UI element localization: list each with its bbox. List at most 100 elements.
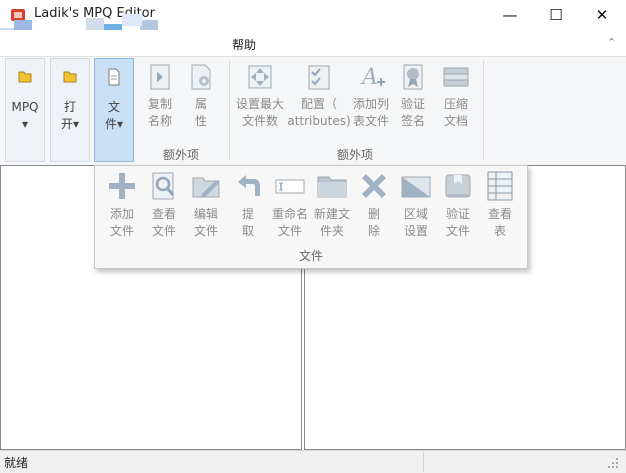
configure-attributes-label: 配置（	[300, 97, 337, 111]
view-tables-label: 查看	[487, 207, 512, 221]
verify-file-item[interactable]: 验证 文件	[437, 170, 479, 240]
ribbon-separator-2	[483, 60, 484, 160]
collapse-ribbon-icon[interactable]: ⌃	[607, 36, 619, 49]
extract-arrow-icon	[238, 175, 260, 196]
mpq-label: MPQ	[11, 100, 39, 114]
copy-name-icon	[150, 64, 170, 90]
edit-file-label: 编辑	[193, 207, 218, 221]
edit-file-label-2: 文件	[193, 224, 218, 238]
ribbon-group-extra-1: 额外项	[162, 148, 199, 162]
mpq-icon	[18, 71, 32, 83]
add-file-label-2: 文件	[109, 224, 134, 238]
compact-archive-button[interactable]: 压缩 文档	[437, 62, 475, 130]
properties-label: 属	[194, 97, 207, 111]
minimize-button[interactable]: —	[487, 0, 533, 30]
ribbon-separator	[229, 60, 230, 160]
add-listfile-button[interactable]: A 添加列表文件	[351, 62, 391, 130]
maximize-button[interactable]: ☐	[533, 0, 579, 30]
copy-name-button[interactable]: 复制 名称	[141, 62, 179, 130]
delete-x-icon	[362, 174, 386, 198]
verify-file-label: 验证	[445, 207, 470, 221]
view-file-item[interactable]: 查看 文件	[143, 170, 185, 240]
resize-grip-icon[interactable]	[604, 456, 620, 470]
verify-signature-label-2: 签名	[400, 114, 425, 128]
view-file-label-2: 文件	[151, 224, 176, 238]
set-max-files-label-2: 文件数	[241, 114, 278, 128]
verify-file-label-2: 文件	[445, 224, 470, 238]
menu-bar	[0, 30, 626, 56]
file-dropdown-panel: 添加文件 查看文件 编辑文件 提取 重命名文件 新建文件夹 删除 区域设置 验证…	[94, 165, 528, 269]
configure-attributes-button[interactable]: 配置（ attributes)	[287, 62, 351, 130]
add-listfile-icon: A	[360, 65, 385, 90]
maximize-icon: ☐	[549, 6, 563, 24]
verify-file-icon	[445, 174, 471, 198]
rename-file-label: 重命名	[271, 207, 308, 221]
minimize-icon: —	[502, 6, 518, 24]
extract-item[interactable]: 提取	[227, 170, 269, 240]
compact-archive-icon	[443, 67, 469, 87]
mpq-button[interactable]: MPQ ▾	[5, 58, 45, 162]
delete-label-2: 除	[367, 224, 380, 238]
properties-icon	[191, 64, 211, 90]
verify-signature-icon	[403, 64, 423, 90]
add-listfile-label-2: 表文件	[352, 114, 389, 128]
rename-icon	[275, 179, 305, 194]
verify-signature-label: 验证	[400, 97, 425, 111]
status-bar	[0, 450, 626, 473]
extract-label-2: 取	[241, 224, 254, 238]
compact-archive-label-2: 文档	[443, 114, 468, 128]
add-file-label: 添加	[109, 207, 134, 221]
mpq-caret: ▾	[21, 117, 28, 131]
delete-item[interactable]: 删除	[353, 170, 395, 240]
set-max-files-label: 设置最大	[235, 97, 284, 111]
plus-icon	[109, 173, 135, 199]
delete-label: 删	[367, 207, 380, 221]
copy-name-label: 复制	[147, 97, 172, 111]
locale-settings-item[interactable]: 区域 设置	[395, 170, 437, 240]
add-listfile-label: 添加列	[352, 97, 389, 111]
add-file-item[interactable]: 添加 文件	[101, 170, 143, 240]
view-file-label: 查看	[151, 207, 176, 221]
status-separator	[423, 452, 424, 472]
file-label-2: 件▾	[104, 117, 124, 131]
properties-label-2: 性	[194, 114, 207, 128]
file-icon	[108, 68, 120, 86]
file-label: 文	[107, 100, 120, 114]
edit-file-item[interactable]: 编辑 文件	[185, 170, 227, 240]
extract-label: 提	[241, 207, 254, 221]
properties-button[interactable]: 属性	[183, 62, 219, 130]
rename-file-label-2: 文件	[277, 224, 302, 238]
open-label-2: 开▾	[60, 117, 80, 131]
attributes-icon	[308, 65, 330, 90]
svg-text:A: A	[360, 65, 378, 90]
status-text: 就绪	[4, 456, 29, 470]
locale-icon	[401, 176, 431, 198]
verify-signature-button[interactable]: 验证 签名	[395, 62, 431, 130]
magnifier-icon	[152, 172, 175, 200]
view-tables-item[interactable]: 查看表	[479, 170, 521, 240]
view-tables-label-2: 表	[493, 224, 506, 238]
close-button[interactable]: ✕	[579, 0, 625, 30]
open-label: 打	[63, 100, 76, 114]
locale-settings-label-2: 设置	[403, 224, 428, 238]
open-folder-icon	[63, 71, 77, 83]
rename-file-item[interactable]: 重命名 文件	[269, 170, 311, 240]
new-folder-label: 新建文	[313, 207, 350, 221]
set-max-files-button[interactable]: 设置最大 文件数	[235, 62, 285, 130]
configure-attributes-label-2: attributes)	[287, 114, 351, 128]
new-folder-item[interactable]: 新建文 件夹	[311, 170, 353, 240]
close-icon: ✕	[595, 6, 609, 24]
copy-name-label-2: 名称	[147, 114, 172, 128]
dropdown-group-label: 文件	[298, 249, 323, 263]
locale-settings-label: 区域	[403, 207, 428, 221]
compact-archive-label: 压缩	[443, 97, 468, 111]
edit-folder-icon	[192, 177, 220, 198]
new-folder-icon	[317, 176, 347, 198]
table-icon	[487, 171, 513, 201]
open-button[interactable]: 打开▾	[50, 58, 90, 162]
max-files-icon	[248, 65, 272, 89]
new-folder-label-2: 件夹	[319, 224, 344, 238]
ribbon-group-extra-2: 额外项	[336, 148, 373, 162]
menu-help[interactable]: 帮助	[232, 36, 256, 53]
file-menu-button[interactable]: 文件▾	[94, 58, 134, 162]
